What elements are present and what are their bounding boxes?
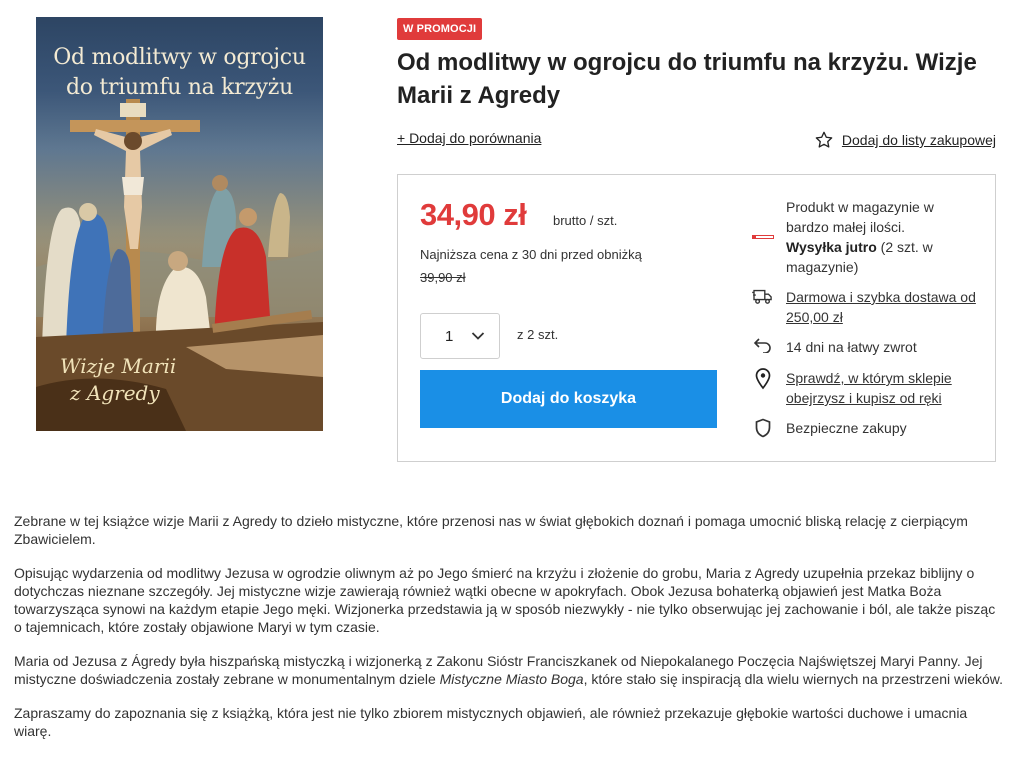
add-to-compare-link[interactable]: + Dodaj do porównania <box>397 130 541 146</box>
feature-secure: Bezpieczne zakupy <box>752 418 976 438</box>
description-paragraph-1: Zebrane w tej książce wizje Marii z Agre… <box>14 513 968 547</box>
quantity-available: z 2 szt. <box>517 327 559 342</box>
quantity-select[interactable]: 1 <box>420 313 500 359</box>
product-description: Zebrane w tej książce wizje Marii z Agre… <box>14 512 1004 756</box>
old-price: 39,90 zł <box>420 270 466 285</box>
stock-level-bar <box>752 235 774 239</box>
star-icon <box>815 131 833 148</box>
add-to-cart-button[interactable]: Dodaj do koszyka <box>420 370 717 428</box>
feature-free-delivery-text: Darmowa i szybka dostawa od 250,00 zł <box>786 289 976 325</box>
cover-subtitle-line2: z Agredy <box>70 381 160 405</box>
shield-icon <box>752 418 774 438</box>
feature-returns-text: 14 dni na łatwy zwrot <box>786 339 917 355</box>
stock-text: Produkt w magazynie w bardzo małej ilośc… <box>786 199 934 235</box>
product-title: Od modlitwy w ogrojcu do triumfu na krzy… <box>397 49 977 109</box>
chevron-down-icon <box>471 332 485 340</box>
stock-info: Produkt w magazynie w bardzo małej ilośc… <box>786 197 966 277</box>
product-cover-image[interactable]: Od modlitwy w ogrojcu do triumfu na krzy… <box>36 17 323 431</box>
add-to-wishlist-link[interactable]: Dodaj do listy zakupowej <box>814 130 996 150</box>
current-price: 34,90 zł <box>420 197 527 232</box>
description-paragraph-2: Opisując wydarzenia od modlitwy Jezusa w… <box>14 565 996 635</box>
cover-subtitle: Wizje Marii z Agredy <box>60 353 176 407</box>
feature-store-check-text: Sprawdź, w którym sklepie obejrzysz i ku… <box>786 370 952 406</box>
price-unit: brutto / szt. <box>553 213 618 228</box>
feature-secure-text: Bezpieczne zakupy <box>786 420 907 436</box>
description-paragraph-4: Zapraszamy do zapoznania się z książką, … <box>14 705 968 739</box>
lowest-price-label: Najniższa cena z 30 dni przed obniżką <box>420 247 642 262</box>
truck-icon <box>752 287 774 305</box>
cover-title-line1: Od modlitwy w ogrojcu <box>53 45 306 70</box>
map-pin-icon <box>752 368 774 390</box>
feature-store-check[interactable]: Sprawdź, w którym sklepie obejrzysz i ku… <box>752 368 976 408</box>
shipping-bold: Wysyłka jutro <box>786 239 877 255</box>
wishlist-label: Dodaj do listy zakupowej <box>841 132 996 148</box>
description-p3-book-title: Mistyczne Miasto Boga <box>439 671 584 687</box>
feature-free-delivery[interactable]: Darmowa i szybka dostawa od 250,00 zł <box>752 287 976 327</box>
cover-title-line2: do triumfu na krzyżu <box>66 75 293 100</box>
return-arrow-icon <box>752 337 774 353</box>
description-paragraph-3: Maria od Jezusa z Ágredy była hiszpańską… <box>14 652 1004 688</box>
cover-title: Od modlitwy w ogrojcu do triumfu na krzy… <box>36 43 323 103</box>
quantity-value: 1 <box>445 327 454 345</box>
feature-returns: 14 dni na łatwy zwrot <box>752 337 976 357</box>
description-p3-end: , które stało się inspiracją dla wielu w… <box>583 671 1003 687</box>
promo-badge: W PROMOCJI <box>397 18 483 40</box>
shipping-info: Wysyłka jutro (2 szt. w magazynie) <box>786 237 966 277</box>
purchase-box: 34,90 zł brutto / szt. Najniższa cena z … <box>397 174 996 462</box>
cover-subtitle-line1: Wizje Marii <box>60 354 177 378</box>
